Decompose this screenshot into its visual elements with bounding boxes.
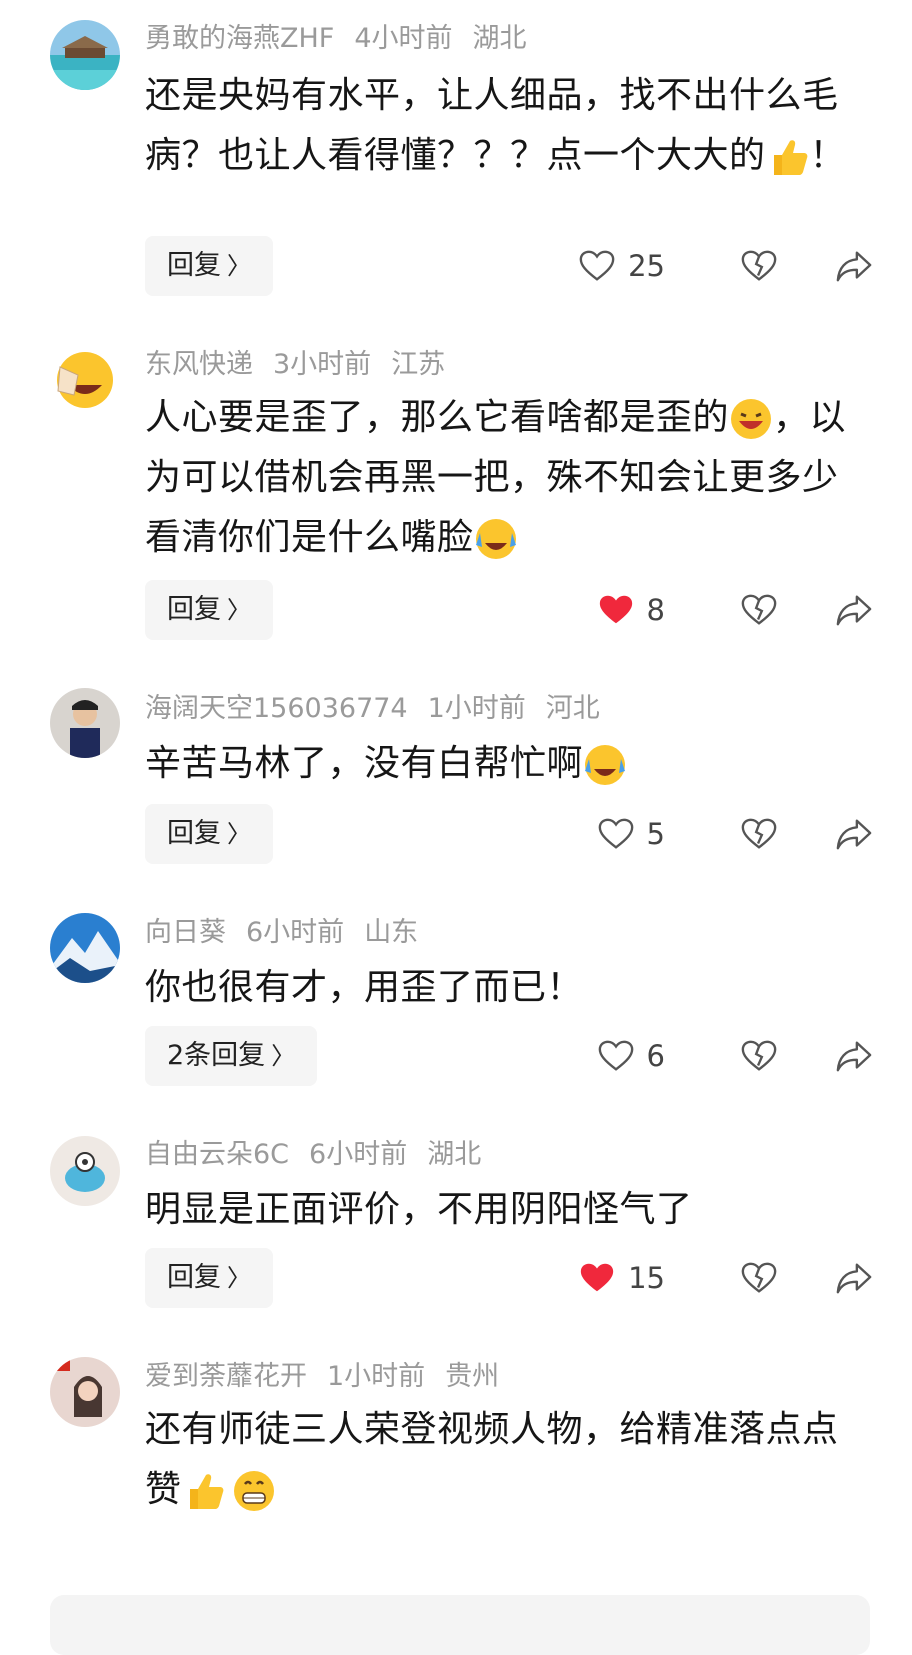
comment-meta: 向日葵 6小时前 山东 bbox=[145, 916, 438, 950]
like-count: 6 bbox=[646, 1039, 665, 1073]
thumbs-up-emoji-icon bbox=[766, 135, 810, 179]
timestamp: 1小时前 bbox=[427, 693, 526, 724]
username[interactable]: 向日葵 bbox=[145, 917, 226, 948]
reply-button[interactable]: 回复〉 bbox=[145, 236, 273, 296]
like-count: 8 bbox=[646, 593, 665, 627]
comment-actions: 15 bbox=[570, 1248, 873, 1308]
reply-button[interactable]: 回复〉 bbox=[145, 580, 273, 640]
comment-meta: 东风快递 3小时前 江苏 bbox=[145, 348, 465, 382]
username[interactable]: 东风快递 bbox=[145, 349, 253, 380]
grinning-emoji-icon bbox=[232, 1469, 276, 1513]
comment-text: 还有师徒三人荣登视频人物，给精准落点点赞 bbox=[145, 1400, 855, 1520]
share-icon[interactable] bbox=[835, 591, 873, 629]
crying-laughing-emoji-icon bbox=[474, 517, 518, 561]
like-button[interactable]: 6 bbox=[597, 1026, 665, 1086]
comment-text: 还是央妈有水平，让人细品，找不出什么毛病？也让人看得懂？？？点一个大大的 ！ bbox=[145, 66, 855, 186]
comment-text: 明显是正面评价，不用阴阳怪气了 bbox=[145, 1189, 693, 1230]
avatar[interactable] bbox=[50, 913, 120, 983]
reply-button[interactable]: 回复〉 bbox=[145, 1248, 273, 1308]
share-icon[interactable] bbox=[835, 247, 873, 285]
comment-meta: 爱到荼蘼花开 1小时前 贵州 bbox=[145, 1360, 519, 1394]
location: 湖北 bbox=[472, 23, 527, 54]
location: 河北 bbox=[545, 693, 600, 724]
broken-heart-icon[interactable] bbox=[740, 815, 778, 853]
username[interactable]: 爱到荼蘼花开 bbox=[145, 1361, 307, 1392]
location: 贵州 bbox=[445, 1361, 500, 1392]
reply-button[interactable]: 2条回复〉 bbox=[145, 1026, 318, 1086]
timestamp: 1小时前 bbox=[327, 1361, 426, 1392]
comment-actions: 6 bbox=[570, 1026, 873, 1086]
avatar[interactable] bbox=[50, 1357, 120, 1427]
heart-filled-icon bbox=[599, 595, 632, 624]
comment-actions: 5 bbox=[570, 804, 873, 864]
comment-meta: 自由云朵6C 6小时前 湖北 bbox=[145, 1138, 501, 1172]
chevron-right-icon: 〉 bbox=[227, 820, 251, 848]
timestamp: 3小时前 bbox=[273, 349, 372, 380]
avatar[interactable] bbox=[50, 1136, 120, 1206]
like-count: 15 bbox=[628, 1261, 665, 1295]
comment-text: 你也很有才，用歪了而已！ bbox=[145, 967, 584, 1008]
comment-input-bar[interactable] bbox=[50, 1595, 870, 1655]
reply-button[interactable]: 回复〉 bbox=[145, 804, 273, 864]
avatar[interactable] bbox=[50, 688, 120, 758]
username[interactable]: 海阔天空156036774 bbox=[145, 693, 408, 724]
broken-heart-icon[interactable] bbox=[740, 247, 778, 285]
broken-heart-icon[interactable] bbox=[740, 1037, 778, 1075]
heart-outline-icon bbox=[598, 818, 633, 849]
like-button[interactable]: 25 bbox=[578, 236, 665, 296]
like-button[interactable]: 5 bbox=[597, 804, 665, 864]
timestamp: 6小时前 bbox=[246, 917, 345, 948]
heart-outline-icon bbox=[598, 1040, 633, 1071]
location: 山东 bbox=[364, 917, 419, 948]
like-count: 25 bbox=[628, 249, 665, 283]
laughing-emoji-icon bbox=[729, 397, 773, 441]
heart-filled-icon bbox=[580, 1263, 614, 1292]
share-icon[interactable] bbox=[835, 1037, 873, 1075]
like-count: 5 bbox=[646, 817, 665, 851]
timestamp: 6小时前 bbox=[309, 1139, 408, 1170]
avatar[interactable] bbox=[50, 20, 120, 90]
crying-laughing-emoji-icon bbox=[583, 743, 627, 787]
comment-actions: 25 bbox=[570, 236, 873, 296]
avatar[interactable] bbox=[50, 345, 120, 415]
timestamp: 4小时前 bbox=[354, 23, 453, 54]
location: 湖北 bbox=[427, 1139, 482, 1170]
comment-actions: 8 bbox=[570, 580, 873, 640]
chevron-right-icon: 〉 bbox=[227, 596, 251, 624]
like-button[interactable]: 8 bbox=[597, 580, 665, 640]
comment-text: 人心要是歪了，那么它看啥都是歪的 ，以为可以借机会再黑一把，殊不知会让更多少看清… bbox=[145, 388, 855, 568]
username[interactable]: 勇敢的海燕ZHF bbox=[145, 23, 334, 54]
share-icon[interactable] bbox=[835, 1259, 873, 1297]
chevron-right-icon: 〉 bbox=[227, 1264, 251, 1292]
comment-meta: 海阔天空156036774 1小时前 河北 bbox=[145, 692, 620, 726]
username[interactable]: 自由云朵6C bbox=[145, 1139, 289, 1170]
share-icon[interactable] bbox=[835, 815, 873, 853]
comment-meta: 勇敢的海燕ZHF 4小时前 湖北 bbox=[145, 22, 547, 56]
location: 江苏 bbox=[391, 349, 446, 380]
heart-outline-icon bbox=[579, 250, 615, 281]
chevron-right-icon: 〉 bbox=[227, 252, 251, 280]
thumbs-up-emoji-icon bbox=[182, 1469, 226, 1513]
broken-heart-icon[interactable] bbox=[740, 591, 778, 629]
broken-heart-icon[interactable] bbox=[740, 1259, 778, 1297]
like-button[interactable]: 15 bbox=[578, 1248, 665, 1308]
chevron-right-icon: 〉 bbox=[271, 1042, 296, 1070]
comment-text: 辛苦马林了，没有白帮忙啊 bbox=[145, 734, 855, 794]
